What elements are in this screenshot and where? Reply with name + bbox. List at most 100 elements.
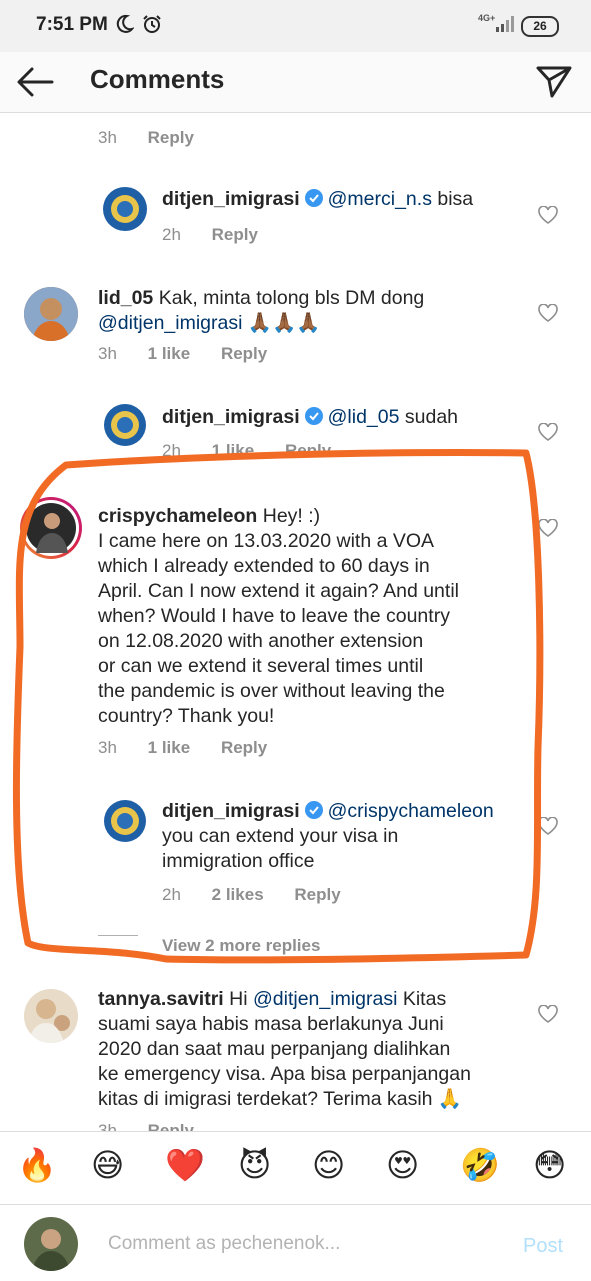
- comment-time: 3h: [98, 344, 117, 363]
- comment-meta: 2h 1 like Reply: [162, 441, 357, 457]
- comment-body: Hey! :): [257, 505, 321, 527]
- heart-emoji-button[interactable]: ❤️: [165, 1146, 205, 1186]
- list-item: ditjen_imigrasi @crispychameleon you can …: [0, 795, 591, 955]
- fire-emoji-button[interactable]: 🔥: [17, 1146, 57, 1186]
- comment-line: or can we extend it several times until: [98, 655, 424, 677]
- avatar[interactable]: [103, 403, 147, 447]
- comment-line: immigration office: [162, 850, 315, 872]
- comment-time: 2h: [162, 225, 181, 244]
- comment-time: 2h: [162, 885, 181, 904]
- avatar[interactable]: [24, 287, 78, 341]
- like-heart-icon[interactable]: [538, 817, 558, 835]
- comment-body: Kak, minta tolong bls DM dong: [153, 287, 425, 309]
- comment-line: country? Thank you!: [98, 705, 275, 727]
- list-item: ditjen_imigrasi @lid_05 sudah 2h 1 like R…: [0, 395, 591, 457]
- sweat-smile-emoji-button[interactable]: 😅: [91, 1146, 131, 1186]
- likes-count[interactable]: 1 like: [148, 344, 191, 363]
- comment-meta: 2h 2 likes Reply: [162, 885, 367, 905]
- blush-emoji-button[interactable]: 😊: [312, 1146, 352, 1186]
- comment-composer: Comment as pechenenok... Post: [0, 1204, 591, 1281]
- comment-username[interactable]: ditjen_imigrasi: [162, 406, 300, 428]
- rofl-emoji-button[interactable]: 🤣: [460, 1146, 500, 1186]
- reply-button[interactable]: Reply: [221, 344, 267, 363]
- like-heart-icon[interactable]: [538, 519, 558, 537]
- comment-username[interactable]: ditjen_imigrasi: [162, 800, 300, 822]
- likes-count[interactable]: 2 likes: [212, 885, 264, 904]
- avatar-photo: [24, 287, 78, 341]
- comment-body: bisa: [431, 188, 474, 210]
- likes-count[interactable]: 1 like: [212, 441, 255, 457]
- flushed-emoji-button[interactable]: 😳: [533, 1146, 573, 1186]
- own-avatar: [24, 1217, 78, 1271]
- comment-username[interactable]: ditjen_imigrasi: [162, 188, 300, 210]
- comment-meta: 2h Reply: [162, 225, 284, 245]
- mention-link[interactable]: @crispychameleon: [328, 800, 494, 822]
- avatar-photo: [26, 503, 76, 553]
- comment-line: 2020 dan saat mau perpanjang dialihkan: [98, 1038, 451, 1060]
- comment-line: ke emergency visa. Apa bisa perpanjangan: [98, 1063, 471, 1085]
- avatar[interactable]: [24, 989, 78, 1043]
- immigration-logo-icon: [104, 404, 146, 446]
- back-arrow-icon[interactable]: [16, 64, 56, 100]
- comment-meta: 3h Reply: [98, 128, 220, 148]
- quick-emoji-bar: 🔥 😅 ❤️ 😈 😊 😍 🤣 😳: [0, 1131, 591, 1204]
- direct-send-icon[interactable]: [534, 60, 574, 100]
- mention-link[interactable]: @ditjen_imigrasi: [98, 312, 242, 334]
- comment-text: tannya.savitri Hi @ditjen_imigrasi Kitas…: [98, 987, 528, 1112]
- verified-badge-icon: [304, 407, 323, 425]
- avatar-photo: [24, 1217, 78, 1271]
- comment-body: Hi: [223, 988, 253, 1010]
- like-heart-icon[interactable]: [538, 206, 558, 224]
- signal-icon: [496, 16, 514, 32]
- status-bar: 7:51 PM 4G+ 26: [0, 0, 591, 52]
- alarm-icon: [143, 15, 161, 33]
- comment-time: 3h: [98, 1121, 117, 1131]
- comment-username[interactable]: crispychameleon: [98, 505, 257, 527]
- comment-line: on 12.08.2020 with another extension: [98, 630, 424, 652]
- comment-input[interactable]: Comment as pechenenok...: [108, 1233, 340, 1255]
- likes-count[interactable]: 1 like: [148, 738, 191, 757]
- reply-button[interactable]: Reply: [294, 885, 340, 904]
- list-item: lid_05 Kak, minta tolong bls DM dong @di…: [0, 281, 591, 371]
- reply-button[interactable]: Reply: [212, 225, 258, 244]
- app-bar: Comments: [0, 52, 591, 113]
- avatar-with-story-ring[interactable]: [20, 497, 82, 559]
- avatar[interactable]: [103, 187, 147, 231]
- network-type: 4G+: [478, 13, 496, 23]
- reply-button[interactable]: Reply: [221, 738, 267, 757]
- comment-username[interactable]: tannya.savitri: [98, 988, 224, 1010]
- devil-emoji-button[interactable]: 😈: [238, 1146, 278, 1186]
- verified-badge-icon: [304, 801, 323, 819]
- like-heart-icon[interactable]: [538, 1005, 558, 1023]
- comments-list[interactable]: 3h Reply ditjen_imigrasi @merci_n.s bisa …: [0, 113, 591, 1131]
- cut-off-emoji-row: [190, 113, 270, 117]
- comment-line: which I already extended to 60 days in: [98, 555, 430, 577]
- mention-link[interactable]: @ditjen_imigrasi: [253, 988, 397, 1010]
- list-item: ditjen_imigrasi @merci_n.s bisa 2h Reply: [0, 179, 591, 249]
- post-button[interactable]: Post: [523, 1235, 563, 1258]
- reply-button[interactable]: Reply: [285, 441, 331, 457]
- reply-button[interactable]: Reply: [148, 1121, 194, 1131]
- heart-eyes-emoji-button[interactable]: 😍: [386, 1146, 426, 1186]
- comment-line: April. Can I now extend it again? And un…: [98, 580, 459, 602]
- verified-badge-icon: [304, 189, 323, 207]
- comment-body: Kitas: [397, 988, 447, 1010]
- comment-meta: 3h Reply: [98, 1121, 220, 1131]
- comment-username[interactable]: lid_05: [98, 287, 153, 309]
- view-more-replies-button[interactable]: View 2 more replies: [162, 936, 320, 956]
- comment-time: 3h: [98, 738, 117, 757]
- list-item: crispychameleon Hey! :) I came here on 1…: [0, 495, 591, 765]
- mention-link[interactable]: @lid_05: [328, 406, 400, 428]
- list-item: tannya.savitri Hi @ditjen_imigrasi Kitas…: [0, 985, 591, 1131]
- list-item: 3h Reply: [0, 113, 591, 153]
- comment-line: the pandemic is over without leaving the: [98, 680, 445, 702]
- mention-link[interactable]: @merci_n.s: [328, 188, 432, 210]
- comment-text: crispychameleon Hey! :) I came here on 1…: [98, 504, 538, 729]
- reply-button[interactable]: Reply: [148, 128, 194, 147]
- comment-text: lid_05 Kak, minta tolong bls DM dong @di…: [98, 286, 518, 336]
- comment-time: 3h: [98, 128, 117, 147]
- like-heart-icon[interactable]: [538, 304, 558, 322]
- comment-line: suami saya habis masa berlakunya Juni: [98, 1013, 444, 1035]
- like-heart-icon[interactable]: [538, 423, 558, 441]
- avatar[interactable]: [103, 799, 147, 843]
